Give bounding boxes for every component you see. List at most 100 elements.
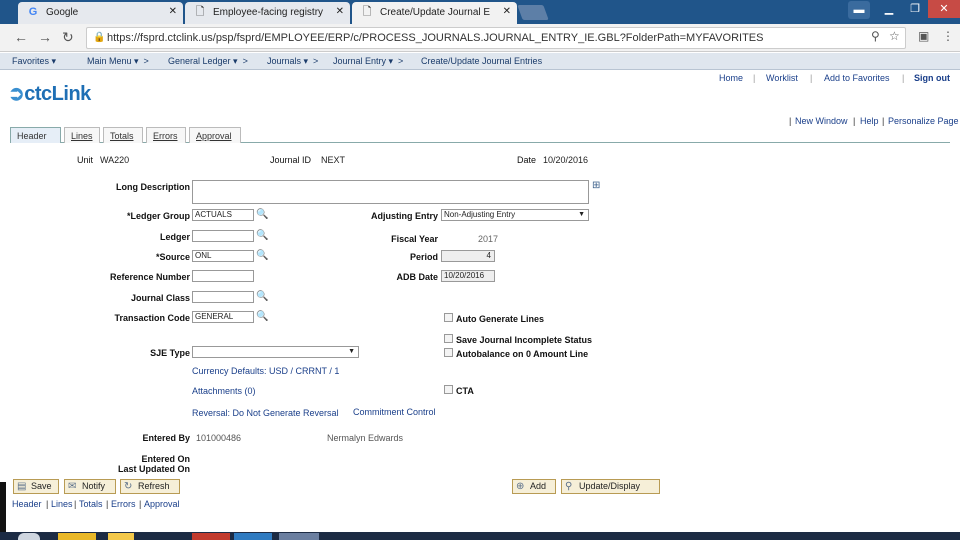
lookup-search-icon[interactable]: 🔍: [256, 230, 268, 242]
url-input[interactable]: 🔒 https://fsprd.ctclink.us/psp/fsprd/EMP…: [86, 27, 906, 49]
tab-approval[interactable]: Approval: [189, 127, 241, 143]
entered-by-name: Nermalyn Edwards: [327, 433, 404, 443]
menu-icon[interactable]: ⋮: [942, 29, 954, 43]
separator: |: [789, 116, 792, 126]
start-icon[interactable]: [18, 533, 40, 540]
ledger-input[interactable]: [192, 230, 254, 242]
main-menu[interactable]: Main Menu ▾ >: [87, 56, 149, 67]
close-tab-icon[interactable]: ✕: [336, 6, 344, 17]
commitment-control-link[interactable]: Commitment Control: [353, 407, 436, 417]
os-taskbar: [0, 532, 960, 540]
minimize-icon[interactable]: ▁: [876, 0, 902, 18]
long-description-textarea[interactable]: [192, 180, 589, 204]
add-to-favorites-link[interactable]: Add to Favorites: [824, 73, 890, 83]
reference-number-input[interactable]: [192, 270, 254, 282]
lookup-search-icon[interactable]: 🔍: [256, 291, 268, 303]
tab-header[interactable]: Header: [10, 127, 61, 143]
tab-totals[interactable]: Totals: [103, 127, 143, 143]
maximize-icon[interactable]: ❐: [902, 0, 928, 18]
browser-tab-title: Google: [46, 7, 79, 18]
general-ledger-menu[interactable]: General Ledger ▾ >: [168, 56, 248, 67]
journal-entry-label: Journal Entry: [333, 56, 387, 66]
update-display-button[interactable]: ⚲ Update/Display: [561, 479, 660, 494]
journal-entry-menu[interactable]: Journal Entry ▾ >: [333, 56, 403, 67]
autobalance-checkbox[interactable]: [444, 348, 453, 357]
separator: |: [106, 499, 109, 509]
save-incomplete-checkbox[interactable]: [444, 334, 453, 343]
close-tab-icon[interactable]: ✕: [169, 6, 177, 17]
journals-menu[interactable]: Journals ▾ >: [267, 56, 318, 67]
save-incomplete-label: Save Journal Incomplete Status: [456, 335, 593, 345]
fiscal-year-label: Fiscal Year: [391, 234, 438, 244]
transaction-code-input[interactable]: GENERAL: [192, 311, 254, 323]
adjusting-entry-label: Adjusting Entry: [371, 211, 438, 221]
expand-text-icon[interactable]: ⊞: [592, 180, 604, 192]
taskbar-app-icon[interactable]: [234, 533, 272, 540]
taskbar-app-icon[interactable]: [279, 533, 319, 540]
save-button[interactable]: ▤ Save: [13, 479, 59, 494]
reload-icon[interactable]: ↻: [62, 29, 74, 46]
cta-checkbox[interactable]: [444, 385, 453, 394]
notify-button[interactable]: ✉ Notify: [64, 479, 116, 494]
browser-tab-journal[interactable]: 🗋 Create/Update Journal E ✕: [352, 2, 517, 24]
last-updated-on-label: Last Updated On: [117, 464, 190, 474]
auto-generate-lines-checkbox[interactable]: [444, 313, 453, 322]
reversal-link[interactable]: Reversal: Do Not Generate Reversal: [192, 408, 339, 418]
separator: |: [46, 499, 49, 509]
sign-out-link[interactable]: Sign out: [914, 73, 950, 83]
ledger-group-input[interactable]: ACTUALS: [192, 209, 254, 221]
separator: |: [853, 116, 856, 126]
lookup-search-icon[interactable]: 🔍: [256, 250, 268, 262]
entered-by-label: Entered By: [142, 433, 190, 443]
adb-date-value: 10/20/2016: [441, 270, 495, 282]
update-display-button-label: Update/Display: [579, 481, 641, 491]
tab-errors[interactable]: Errors: [146, 127, 186, 143]
taskbar-app-icon[interactable]: [58, 533, 96, 540]
favorites-menu[interactable]: Favorites ▾: [12, 56, 56, 67]
bottom-link-lines[interactable]: Lines: [51, 499, 73, 509]
reference-number-label: Reference Number: [109, 272, 190, 282]
autobalance-label: Autobalance on 0 Amount Line: [456, 349, 589, 359]
add-button[interactable]: ⊕ Add: [512, 479, 556, 494]
separator: |: [139, 499, 142, 509]
source-input[interactable]: ONL: [192, 250, 254, 262]
bottom-link-header[interactable]: Header: [12, 499, 42, 509]
lookup-search-icon[interactable]: 🔍: [256, 209, 268, 221]
lookup-search-icon[interactable]: 🔍: [256, 311, 268, 323]
taskbar-app-icon[interactable]: [192, 533, 230, 540]
zoom-icon[interactable]: ⚲: [871, 29, 880, 43]
journal-id-label: Journal ID: [270, 155, 312, 165]
close-tab-icon[interactable]: ✕: [503, 6, 511, 17]
adjusting-entry-select[interactable]: Non-Adjusting Entry ▼: [441, 209, 589, 221]
forward-icon[interactable]: →: [38, 29, 52, 45]
separator: |: [882, 116, 885, 126]
browser-tab-registry[interactable]: 🗋 Employee-facing registry ✕: [185, 2, 350, 24]
browser-tab-google[interactable]: G Google ✕: [18, 2, 183, 24]
bottom-link-approval[interactable]: Approval: [144, 499, 180, 509]
user-profile-icon[interactable]: ▬: [848, 1, 870, 19]
refresh-button[interactable]: ↻ Refresh: [120, 479, 180, 494]
personalize-page-link[interactable]: Personalize Page: [888, 116, 959, 126]
close-window-icon[interactable]: ✕: [928, 0, 960, 18]
unit-label: Unit: [77, 155, 94, 165]
new-tab-button[interactable]: [517, 5, 549, 20]
save-button-label: Save: [31, 481, 52, 491]
back-icon[interactable]: ←: [14, 29, 28, 45]
taskbar-folder-icon[interactable]: [108, 533, 134, 540]
sje-type-select[interactable]: ▼: [192, 346, 359, 358]
bookmark-star-icon[interactable]: ☆: [889, 29, 900, 43]
page-tabs: Header Lines Totals Errors Approval: [10, 126, 950, 143]
worklist-link[interactable]: Worklist: [766, 73, 798, 83]
bottom-link-errors[interactable]: Errors: [111, 499, 136, 509]
main-menu-label: Main Menu: [87, 56, 132, 66]
extension-icon[interactable]: ▣: [918, 29, 929, 43]
new-window-link[interactable]: New Window: [795, 116, 848, 126]
home-link[interactable]: Home: [719, 73, 743, 83]
attachments-link[interactable]: Attachments (0): [192, 386, 256, 396]
bottom-link-totals[interactable]: Totals: [79, 499, 103, 509]
journal-class-input[interactable]: [192, 291, 254, 303]
unit-value: WA220: [100, 155, 130, 165]
help-link[interactable]: Help: [860, 116, 879, 126]
tab-lines[interactable]: Lines: [64, 127, 100, 143]
currency-defaults-link[interactable]: Currency Defaults: USD / CRRNT / 1: [192, 366, 339, 376]
